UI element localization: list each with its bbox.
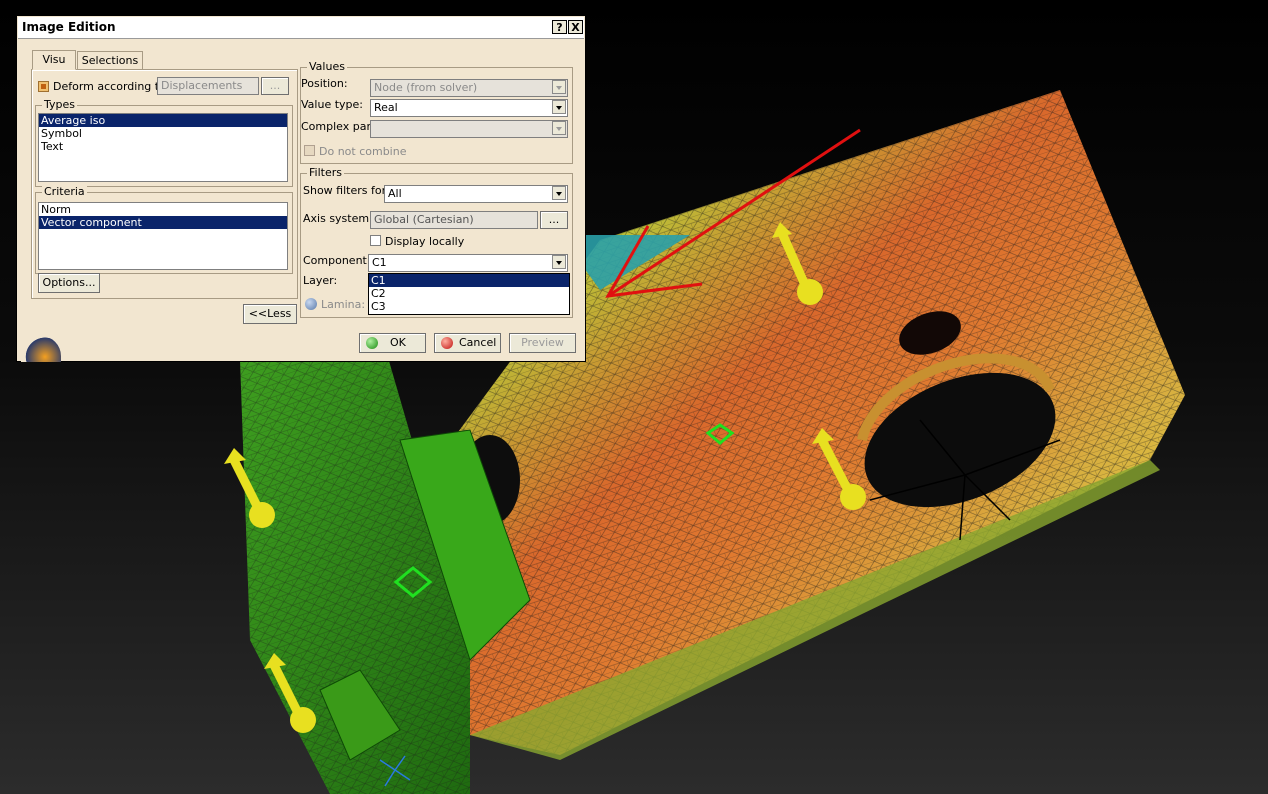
deform-field[interactable]: Displacements	[157, 77, 259, 95]
component-dropdown-list[interactable]: C1 C2 C3	[368, 273, 570, 315]
chevron-down-icon[interactable]	[552, 186, 566, 200]
title-bar[interactable]: Image Edition ? X	[18, 17, 584, 39]
chevron-down-icon[interactable]	[552, 80, 566, 94]
cancel-label: Cancel	[459, 336, 497, 349]
component-select[interactable]: C1	[368, 254, 568, 272]
dropdown-option-c3[interactable]: C3	[369, 300, 569, 313]
options-button[interactable]: Options...	[38, 273, 100, 293]
component-label: Component:	[303, 254, 371, 267]
cancel-red-ball-icon	[441, 337, 453, 349]
criteria-list[interactable]: Norm Vector component	[38, 202, 288, 270]
image-edition-dialog: Image Edition ? X Visu Selections Deform…	[16, 15, 586, 362]
ok-button[interactable]: OK	[359, 333, 426, 353]
list-item[interactable]: Text	[39, 140, 287, 153]
position-label: Position:	[301, 77, 348, 90]
values-legend: Values	[307, 60, 347, 73]
question-icon[interactable]: ?	[552, 20, 567, 34]
criteria-legend: Criteria	[42, 185, 87, 198]
less-button[interactable]: <<Less	[243, 304, 297, 324]
lamina-label: Lamina:	[321, 298, 366, 311]
axis-browse-button[interactable]: ...	[540, 211, 568, 229]
display-locally-label: Display locally	[385, 235, 465, 248]
catia-logo	[21, 336, 61, 362]
axis-system-field[interactable]: Global (Cartesian)	[370, 211, 538, 229]
list-item[interactable]: Norm	[39, 203, 287, 216]
show-filters-label: Show filters for:	[303, 184, 390, 197]
complex-part-select[interactable]	[370, 120, 568, 138]
value-type-select[interactable]: Real	[370, 99, 568, 117]
filters-legend: Filters	[307, 166, 344, 179]
list-item[interactable]: Symbol	[39, 127, 287, 140]
deform-browse-button[interactable]: ...	[261, 77, 289, 95]
show-filters-select[interactable]: All	[384, 185, 568, 203]
axis-system-label: Axis system:	[303, 212, 373, 225]
position-select[interactable]: Node (from solver)	[370, 79, 568, 97]
preview-button[interactable]: Preview	[509, 333, 576, 353]
types-list[interactable]: Average iso Symbol Text	[38, 113, 288, 182]
do-not-combine-checkbox[interactable]	[304, 145, 315, 156]
dropdown-option-c1[interactable]: C1	[369, 274, 569, 287]
complex-part-label: Complex part:	[301, 120, 380, 133]
tab-selections[interactable]: Selections	[77, 51, 143, 71]
display-locally-checkbox[interactable]	[370, 235, 381, 246]
layer-label: Layer:	[303, 274, 338, 287]
dialog-title: Image Edition	[22, 20, 116, 34]
chevron-down-icon[interactable]	[552, 100, 566, 114]
tab-visu[interactable]: Visu	[32, 50, 76, 70]
value-type-label: Value type:	[301, 98, 363, 111]
chevron-down-icon[interactable]	[552, 121, 566, 135]
deform-checkbox[interactable]	[38, 81, 49, 92]
ok-label: OK	[390, 336, 406, 349]
ok-green-ball-icon	[366, 337, 378, 349]
chevron-down-icon[interactable]	[552, 255, 566, 269]
close-icon[interactable]: X	[568, 20, 583, 34]
list-item[interactable]: Vector component	[39, 216, 287, 229]
list-item[interactable]: Average iso	[39, 114, 287, 127]
do-not-combine-label: Do not combine	[319, 145, 407, 158]
dropdown-option-c2[interactable]: C2	[369, 287, 569, 300]
deform-label: Deform according to	[53, 80, 166, 93]
lamina-ball-icon	[305, 298, 317, 310]
cancel-button[interactable]: Cancel	[434, 333, 501, 353]
types-legend: Types	[42, 98, 77, 111]
